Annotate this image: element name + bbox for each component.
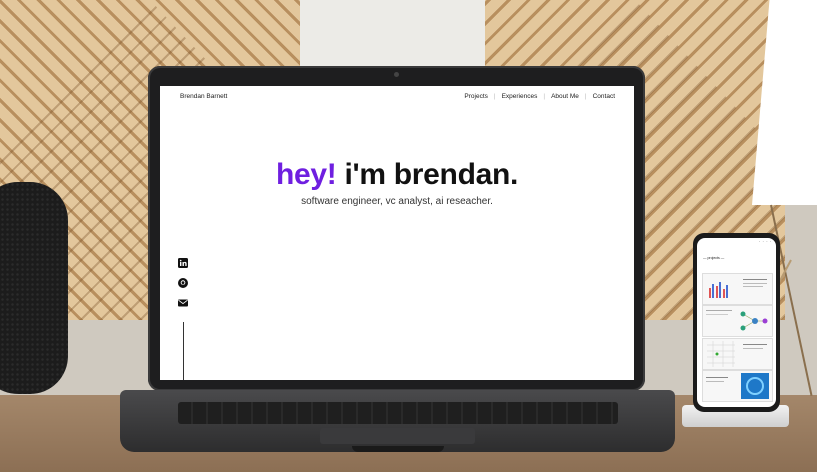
laptop-notch xyxy=(352,446,444,452)
smart-speaker xyxy=(0,182,68,394)
linkedin-icon[interactable] xyxy=(178,258,188,268)
phone-section-title: — projects — xyxy=(703,256,725,260)
hero-title: hey! i'm brendan. xyxy=(160,158,634,192)
laptop-screen: Brendan Barnett Projects | Experiences |… xyxy=(160,86,634,380)
webcam xyxy=(394,72,399,77)
phone-project-card-image[interactable] xyxy=(702,370,773,402)
phone-section-label: projects xyxy=(707,256,720,260)
site-brand[interactable]: Brendan Barnett xyxy=(180,93,227,100)
top-nav: Projects | Experiences | About Me | Cont… xyxy=(464,93,615,100)
keyboard xyxy=(178,402,618,424)
nav-experiences[interactable]: Experiences xyxy=(502,93,538,100)
nav-separator: | xyxy=(543,93,546,100)
nav-projects[interactable]: Projects xyxy=(464,93,487,100)
github-icon[interactable] xyxy=(178,278,188,288)
hero-subtitle: software engineer, vc analyst, ai reseac… xyxy=(301,196,493,207)
mail-icon[interactable] xyxy=(178,298,188,308)
phone-nav: ▪ ▪ ▪ ▪ xyxy=(759,241,771,243)
phone-screen: ▪ ▪ ▪ ▪ — projects — xyxy=(697,238,776,407)
hero-name: i'm brendan. xyxy=(344,158,519,191)
social-divider-line xyxy=(183,322,184,380)
nav-separator: | xyxy=(493,93,496,100)
nav-contact[interactable]: Contact xyxy=(593,93,615,100)
hero-greeting: hey! xyxy=(275,158,337,191)
phone-project-card-network[interactable] xyxy=(702,305,773,337)
phone-project-card-chart[interactable] xyxy=(702,273,773,305)
trackpad xyxy=(320,428,475,444)
phone-project-card-grid[interactable] xyxy=(702,338,773,370)
nav-about-me[interactable]: About Me xyxy=(551,93,579,100)
nav-separator: | xyxy=(584,93,587,100)
